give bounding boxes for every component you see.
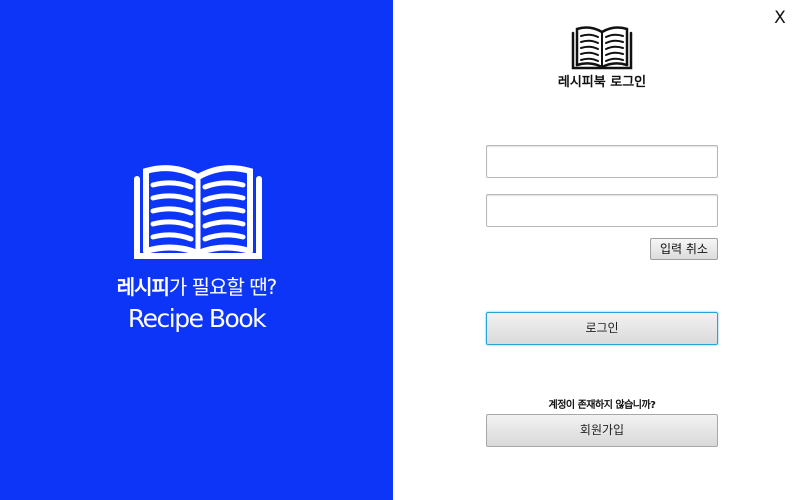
signup-button[interactable]: 회원가입 [486,414,718,447]
brand-tagline: 레시피가 필요할 땐? [0,271,393,300]
open-book-icon [134,165,262,259]
brand-name: Recipe Book [127,304,267,333]
login-button[interactable]: 로그인 [486,312,718,345]
tagline-highlight: 레시피 [116,275,170,299]
brand-panel: 레시피가 필요할 땐? Recipe Book [0,0,393,500]
signup-prompt: 계정이 존재하지 않습니까? [548,400,656,411]
password-input[interactable] [486,194,718,227]
open-book-icon [571,26,633,70]
login-title: 레시피북 로그인 [557,75,647,90]
clear-input-button[interactable]: 입력 취소 [650,238,718,260]
tagline-rest: 가 필요할 땐? [168,275,277,299]
close-button[interactable]: X [770,8,790,28]
id-input[interactable] [486,145,718,178]
